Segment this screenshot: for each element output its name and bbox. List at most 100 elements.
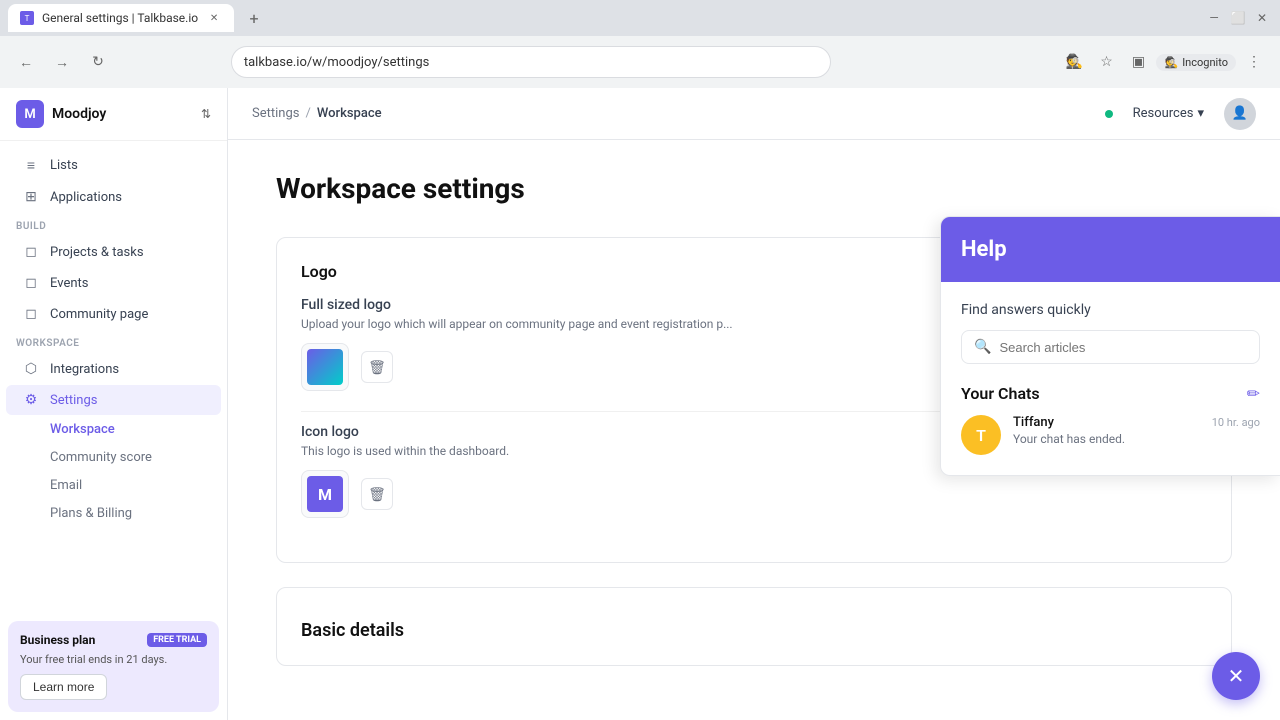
spy-icon[interactable]: 🕵	[1060, 48, 1088, 76]
basic-details-card: Basic details	[276, 587, 1232, 666]
trial-text: Your free trial ends in 21 days.	[20, 653, 207, 666]
business-plan-label: Business plan	[20, 633, 95, 647]
browser-tab[interactable]: T General settings | Talkbase.io ✕	[8, 4, 234, 32]
address-bar[interactable]: talkbase.io/w/moodjoy/settings	[231, 46, 831, 78]
workspace-avatar: M	[16, 100, 44, 128]
browser-chrome: T General settings | Talkbase.io ✕ + — ⬜…	[0, 0, 1280, 88]
help-header: Help	[941, 217, 1280, 282]
chat-meta: Tiffany 10 hr. ago	[1013, 415, 1260, 430]
close-help-button[interactable]: ✕	[1212, 652, 1260, 700]
sidebar-item-integrations[interactable]: ⬡ Integrations	[6, 354, 221, 384]
full-logo-image	[307, 349, 343, 385]
learn-more-button[interactable]: Learn more	[20, 674, 107, 700]
page-title: Workspace settings	[276, 172, 1232, 205]
forward-button[interactable]: →	[48, 48, 76, 76]
sidebar-sub-label-email: Email	[50, 478, 82, 493]
chats-section: Your Chats ✏ T Tiffany 10 hr. ago Your c…	[961, 384, 1260, 455]
chats-title: Your Chats	[961, 384, 1040, 403]
browser-toolbar: ← → ↻ talkbase.io/w/moodjoy/settings 🕵 ☆…	[0, 36, 1280, 88]
help-title: Help	[961, 237, 1260, 262]
close-window-button[interactable]: ✕	[1252, 8, 1272, 28]
sidebar-chevron-icon[interactable]: ⇅	[201, 107, 211, 121]
lists-icon: ≡	[22, 157, 40, 174]
sidebar-item-applications[interactable]: ⊞ Applications	[6, 182, 221, 212]
address-bar-url: talkbase.io/w/moodjoy/settings	[244, 55, 430, 70]
projects-icon: ◻	[22, 244, 40, 260]
new-tab-button[interactable]: +	[242, 6, 266, 30]
business-plan-banner: Business plan FREE TRIAL Your free trial…	[8, 621, 219, 712]
help-search-container[interactable]: 🔍	[961, 330, 1260, 364]
breadcrumb-current: Workspace	[317, 106, 382, 121]
refresh-button[interactable]: ↻	[84, 48, 112, 76]
applications-icon: ⊞	[22, 189, 40, 205]
icon-logo-letter: M	[307, 476, 343, 512]
incognito-badge[interactable]: 🕵 Incognito	[1156, 54, 1236, 71]
chat-time: 10 hr. ago	[1212, 416, 1260, 429]
chat-name: Tiffany	[1013, 415, 1054, 430]
search-icon: 🔍	[974, 339, 991, 355]
sidebar-item-label-settings: Settings	[50, 393, 97, 408]
sidebar-item-events[interactable]: ◻ Events	[6, 268, 221, 298]
events-icon: ◻	[22, 275, 40, 291]
sidebar-item-label-community: Community page	[50, 307, 148, 322]
free-trial-badge: FREE TRIAL	[147, 633, 207, 647]
sidebar-item-lists[interactable]: ≡ Lists	[6, 150, 221, 181]
sidebar-item-label-lists: Lists	[50, 158, 78, 173]
breadcrumb-separator: /	[305, 106, 310, 121]
business-plan-header: Business plan FREE TRIAL	[20, 633, 207, 647]
integrations-icon: ⬡	[22, 361, 40, 377]
sidebar-sub-label-workspace: Workspace	[50, 422, 115, 437]
new-chat-button[interactable]: ✏	[1247, 384, 1260, 403]
browser-menu-button[interactable]: ⋮	[1240, 48, 1268, 76]
sidebar-sub-label-community-score: Community score	[50, 450, 152, 465]
sidebar-sub-item-email[interactable]: Email	[6, 472, 221, 499]
sidebar-item-community[interactable]: ◻ Community page	[6, 299, 221, 329]
tab-close-button[interactable]: ✕	[206, 10, 222, 26]
resources-button[interactable]: Resources ▾	[1125, 102, 1212, 125]
chats-header: Your Chats ✏	[961, 384, 1260, 403]
sidebar-nav: ≡ Lists ⊞ Applications BUILD ◻ Projects …	[0, 141, 227, 613]
sidebar-item-label-events: Events	[50, 276, 88, 291]
search-articles-input[interactable]	[999, 340, 1247, 355]
chat-preview: Your chat has ended.	[1013, 432, 1260, 446]
icon-logo-delete-button[interactable]: 🗑	[361, 478, 393, 510]
back-button[interactable]: ←	[12, 48, 40, 76]
full-logo-delete-button[interactable]: 🗑	[361, 351, 393, 383]
minimize-button[interactable]: —	[1204, 8, 1224, 28]
app-container: M Moodjoy ⇅ ≡ Lists ⊞ Applications BUILD…	[0, 88, 1280, 720]
chat-item[interactable]: T Tiffany 10 hr. ago Your chat has ended…	[961, 415, 1260, 455]
sidebar-sub-item-workspace[interactable]: Workspace	[6, 416, 221, 443]
breadcrumb-settings-link[interactable]: Settings	[252, 106, 299, 121]
main-header: Settings / Workspace Resources ▾ 👤	[228, 88, 1280, 140]
sidebar: M Moodjoy ⇅ ≡ Lists ⊞ Applications BUILD…	[0, 88, 228, 720]
icon-logo-preview: M	[301, 470, 349, 518]
full-logo-preview	[301, 343, 349, 391]
user-avatar[interactable]: 👤	[1224, 98, 1256, 130]
window-controls: — ⬜ ✕	[1204, 8, 1272, 28]
maximize-button[interactable]: ⬜	[1228, 8, 1248, 28]
help-panel: Help Find answers quickly 🔍 Your Chats ✏…	[940, 216, 1280, 476]
sidebar-toggle-icon[interactable]: ▣	[1124, 48, 1152, 76]
help-find-text: Find answers quickly	[961, 302, 1260, 318]
sidebar-item-projects[interactable]: ◻ Projects & tasks	[6, 237, 221, 267]
workspace-name: Moodjoy	[52, 106, 193, 122]
settings-icon: ⚙	[22, 392, 40, 408]
resources-label: Resources	[1133, 106, 1194, 121]
chat-avatar: T	[961, 415, 1001, 455]
toolbar-actions: 🕵 ☆ ▣ 🕵 Incognito ⋮	[1060, 48, 1268, 76]
workspace-section-label: WORKSPACE	[0, 330, 227, 353]
sidebar-header[interactable]: M Moodjoy ⇅	[0, 88, 227, 141]
help-body: Find answers quickly 🔍 Your Chats ✏ T Ti…	[941, 282, 1280, 475]
community-icon: ◻	[22, 306, 40, 322]
build-section-label: BUILD	[0, 213, 227, 236]
sidebar-sub-item-community-score[interactable]: Community score	[6, 444, 221, 471]
incognito-icon: 🕵	[1164, 56, 1178, 69]
browser-titlebar: T General settings | Talkbase.io ✕ + — ⬜…	[0, 0, 1280, 36]
sidebar-sub-item-plans-billing[interactable]: Plans & Billing	[6, 500, 221, 527]
sidebar-sub-label-plans-billing: Plans & Billing	[50, 506, 132, 521]
breadcrumb: Settings / Workspace	[252, 106, 382, 121]
bookmark-icon[interactable]: ☆	[1092, 48, 1120, 76]
tab-favicon: T	[20, 11, 34, 25]
sidebar-item-label-projects: Projects & tasks	[50, 245, 144, 260]
sidebar-item-settings[interactable]: ⚙ Settings	[6, 385, 221, 415]
